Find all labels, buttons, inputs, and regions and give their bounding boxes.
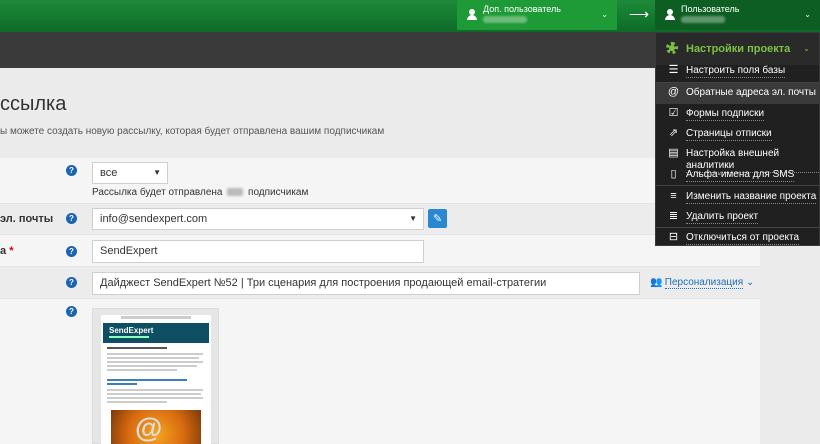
- pencil-icon: ✎: [433, 213, 443, 225]
- help-icon[interactable]: ?: [66, 277, 77, 288]
- menu-item-sms-alpha-names[interactable]: ▯ Альфа-имена для SMS: [656, 165, 819, 186]
- help-icon[interactable]: ?: [66, 246, 77, 257]
- caret-down-icon: ▼: [409, 214, 417, 223]
- chevron-down-icon: ⌄: [745, 277, 755, 288]
- recipients-note-suffix: подписчикам: [248, 187, 309, 198]
- project-settings-menu: Настройки проекта ⌄ ☰ Настроить поля баз…: [655, 32, 820, 246]
- help-icon[interactable]: ?: [66, 213, 77, 224]
- menu-item-label: Отключиться от проекта: [686, 232, 800, 245]
- email-preview-thumbnail[interactable]: SendExpert @: [92, 308, 219, 444]
- external-link-icon: ⇗: [668, 127, 679, 139]
- main-user-label: Пользователь: [681, 4, 740, 14]
- chevron-down-icon: ⌄: [804, 10, 811, 19]
- project-settings-title: Настройки проекта: [686, 43, 791, 55]
- list-icon: ☰: [668, 64, 679, 76]
- at-icon: @: [667, 86, 680, 98]
- chart-icon: ▤: [668, 147, 679, 159]
- personalization-link[interactable]: 👥 Персонализация ⌄: [650, 277, 755, 289]
- sender-name-label-text: а: [0, 245, 7, 257]
- menu-item-disconnect-project[interactable]: ⊟ Отключиться от проекта: [656, 228, 819, 249]
- reply-email-select[interactable]: info@sendexpert.com ▼: [92, 208, 424, 230]
- recipients-select[interactable]: все ▼: [92, 162, 168, 184]
- personalization-label: Персонализация: [664, 277, 744, 289]
- chevron-down-icon: ⌄: [601, 10, 608, 19]
- menu-item-label: Изменить название проекта: [686, 191, 817, 204]
- users-icon: 👥: [650, 277, 663, 288]
- extra-user-selector[interactable]: Доп. пользователь ⌄: [457, 0, 617, 30]
- stack-icon: ≡: [670, 190, 677, 202]
- gear-icon: [665, 41, 679, 55]
- chevron-down-icon: ⌄: [803, 44, 810, 53]
- disconnect-icon: ⊟: [668, 231, 679, 243]
- reply-email-label: эл. почты: [0, 213, 54, 225]
- extra-user-name-redacted: [483, 16, 527, 23]
- help-icon[interactable]: ?: [66, 306, 77, 317]
- menu-item-unsubscribe-pages[interactable]: ⇗ Страницы отписки: [656, 124, 819, 145]
- sender-name-label: а *: [0, 245, 13, 257]
- menu-item-label: Обратные адреса эл. почты: [686, 87, 816, 98]
- recipients-note-prefix: Рассылка будет отправлена: [92, 187, 223, 198]
- menu-item-label: Формы подписки: [686, 108, 765, 121]
- caret-down-icon: ▼: [153, 168, 161, 177]
- help-icon[interactable]: ?: [66, 165, 77, 176]
- menu-item-subscription-forms[interactable]: ☑ Формы подписки: [656, 104, 819, 125]
- subject-input[interactable]: Дайджест SendExpert №52 | Три сценария д…: [92, 272, 640, 295]
- page-header: [0, 68, 760, 158]
- sender-name-input[interactable]: SendExpert: [92, 240, 424, 263]
- sender-name-value: SendExpert: [100, 245, 158, 257]
- mobile-icon: ▯: [670, 168, 677, 180]
- main-user-name-redacted: [681, 16, 725, 23]
- arrow-right-icon: ⟶: [629, 6, 650, 22]
- edit-button[interactable]: ✎: [428, 209, 447, 228]
- menu-item-rename-project[interactable]: ≡ Изменить название проекта: [656, 187, 819, 208]
- stack-delete-icon: ≣: [668, 210, 679, 222]
- menu-item-delete-project[interactable]: ≣ Удалить проект: [656, 207, 819, 228]
- recipients-select-value: все: [100, 167, 118, 179]
- menu-item-label: Страницы отписки: [686, 128, 772, 141]
- page-subtitle: ы можете создать новую рассылку, которая…: [0, 126, 385, 137]
- menu-item-label: Удалить проект: [686, 211, 759, 224]
- email-preview-header: SendExpert: [103, 323, 209, 343]
- recipients-note: Рассылка будет отправлена подписчикам: [92, 187, 308, 198]
- reply-email-value: info@sendexpert.com: [100, 213, 208, 225]
- main-user-selector[interactable]: Пользователь ⌄: [655, 0, 820, 30]
- required-mark: *: [9, 245, 14, 257]
- extra-user-label: Доп. пользователь: [483, 4, 561, 14]
- recipients-count-redacted: [227, 188, 244, 196]
- user-icon: [467, 9, 477, 20]
- menu-item-configure-fields[interactable]: ☰ Настроить поля базы: [656, 61, 819, 82]
- email-preview-page: SendExpert @: [101, 315, 211, 444]
- menu-item-label: Настроить поля базы: [686, 65, 786, 78]
- checkbox-edit-icon: ☑: [668, 107, 679, 119]
- user-icon: [665, 9, 675, 20]
- preview-logo-text: SendExpert: [109, 326, 154, 335]
- at-icon: @: [135, 412, 163, 443]
- menu-item-label: Альфа-имена для SMS: [686, 169, 795, 182]
- menu-item-reply-addresses[interactable]: @ Обратные адреса эл. почты: [656, 83, 819, 104]
- page-title: ссылка: [0, 93, 67, 115]
- menu-item-external-analytics[interactable]: ▤ Настройка внешней аналитики: [656, 144, 819, 173]
- subject-value: Дайджест SendExpert №52 | Три сценария д…: [100, 277, 547, 289]
